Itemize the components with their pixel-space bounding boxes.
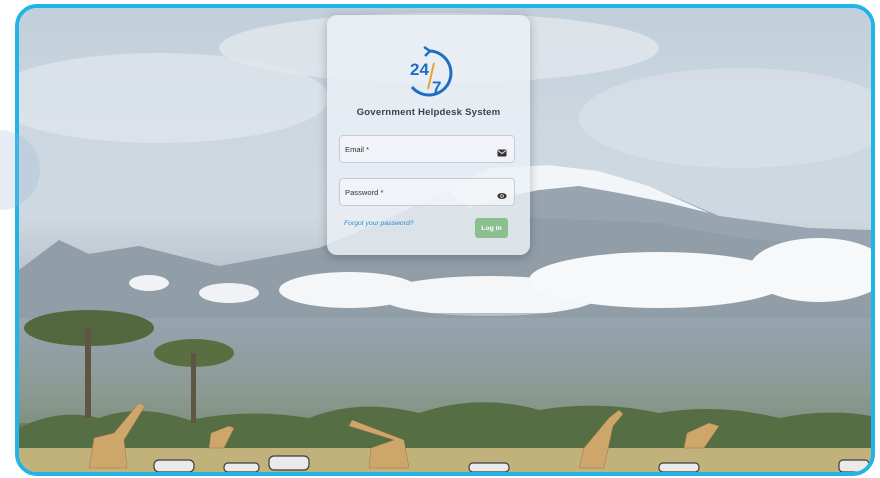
clock-24-7-logo-icon: 24 7 [404, 45, 456, 103]
email-field[interactable]: Email * [339, 135, 515, 163]
password-field[interactable]: Password * [339, 178, 515, 206]
login-card: 24 7 Government Helpdesk System Email * … [327, 15, 530, 255]
password-label: Password * [345, 188, 384, 197]
logo-text-24: 24 [410, 60, 429, 79]
login-button[interactable]: Log in [475, 218, 508, 238]
logo-text-7: 7 [432, 78, 441, 97]
app-title: Government Helpdesk System [356, 107, 501, 118]
forgot-password-link[interactable]: Forgot your password? [344, 220, 414, 227]
email-icon [497, 145, 507, 157]
eye-icon[interactable] [497, 188, 507, 199]
email-label: Email * [345, 145, 370, 154]
watermark-binary-text [0, 120, 40, 220]
